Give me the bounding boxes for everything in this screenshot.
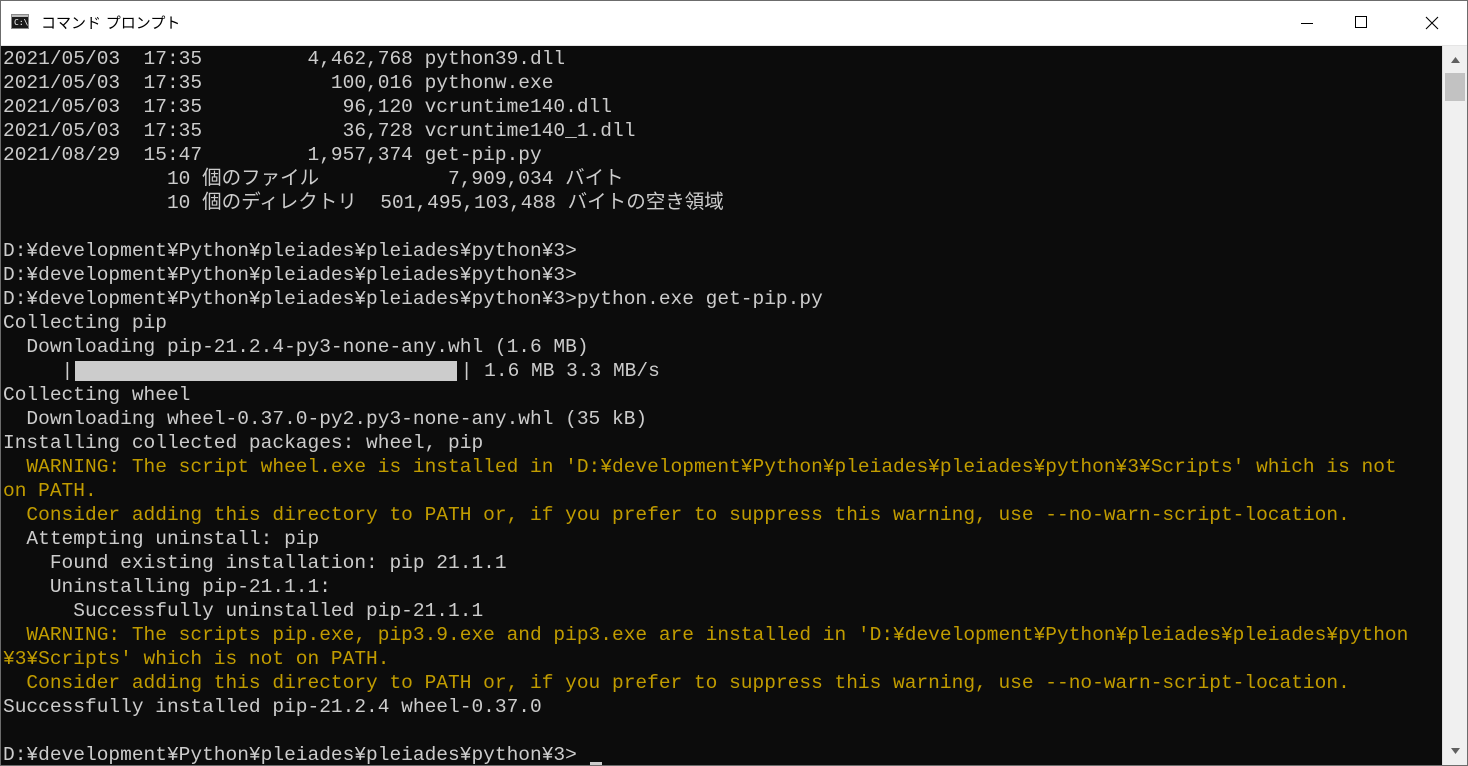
console-line: Downloading pip-21.2.4-py3-none-any.whl … xyxy=(3,336,589,358)
vertical-scrollbar[interactable] xyxy=(1442,46,1467,765)
maximize-button[interactable] xyxy=(1339,1,1385,45)
console-line: Collecting wheel xyxy=(3,384,191,406)
console-warning-line: ¥3¥Scripts' which is not on PATH. xyxy=(3,648,390,670)
console-warning-line: Consider adding this directory to PATH o… xyxy=(3,672,1350,694)
console-line: Found existing installation: pip 21.1.1 xyxy=(3,552,507,574)
console-line: 2021/08/29 15:47 1,957,374 get-pip.py xyxy=(3,144,542,166)
progress-prefix: | xyxy=(3,360,74,382)
console-prompt-line: D:¥development¥Python¥pleiades¥pleiades¥… xyxy=(3,744,577,765)
minimize-button[interactable] xyxy=(1284,1,1330,45)
console-line: Uninstalling pip-21.1.1: xyxy=(3,576,331,598)
console-warning-line: WARNING: The scripts pip.exe, pip3.9.exe… xyxy=(3,624,1409,646)
title-bar[interactable]: C:\. コマンド プロンプト xyxy=(1,1,1467,46)
close-icon xyxy=(1425,16,1439,30)
console-line: 10 個のディレクトリ 501,495,103,488 バイトの空き領域 xyxy=(3,192,724,214)
chevron-up-icon xyxy=(1451,57,1460,63)
console-warning-line: WARNING: The script wheel.exe is install… xyxy=(3,456,1397,478)
console-warning-line: Consider adding this directory to PATH o… xyxy=(3,504,1350,526)
chevron-down-icon xyxy=(1451,748,1460,754)
console-line: 2021/05/03 17:35 100,016 pythonw.exe xyxy=(3,72,554,94)
console-line: D:¥development¥Python¥pleiades¥pleiades¥… xyxy=(3,288,823,310)
console-line: 2021/05/03 17:35 4,462,768 python39.dll xyxy=(3,48,566,70)
console-line: 2021/05/03 17:35 96,120 vcruntime140.dll xyxy=(3,96,612,118)
console-line: 2021/05/03 17:35 36,728 vcruntime140_1.d… xyxy=(3,120,636,142)
console-line: 10 個のファイル 7,909,034 バイト xyxy=(3,168,624,190)
console-line: Successfully installed pip-21.2.4 wheel-… xyxy=(3,696,542,718)
command-prompt-window: C:\. コマンド プロンプト 2021/05/03 17:35 4,462,7… xyxy=(0,0,1468,766)
console-line: D:¥development¥Python¥pleiades¥pleiades¥… xyxy=(3,240,577,262)
download-progress-bar xyxy=(75,361,457,381)
console-warning-line: on PATH. xyxy=(3,480,97,502)
console-output[interactable]: 2021/05/03 17:35 4,462,768 python39.dll 2… xyxy=(1,46,1441,765)
console-line: Collecting pip xyxy=(3,312,167,334)
console-line: Successfully uninstalled pip-21.1.1 xyxy=(3,600,484,622)
console-app-icon[interactable]: C:\. xyxy=(11,14,33,29)
console-line: Downloading wheel-0.37.0-py2.py3-none-an… xyxy=(3,408,648,430)
console-line: Attempting uninstall: pip xyxy=(3,528,320,550)
console-line: Installing collected packages: wheel, pi… xyxy=(3,432,484,454)
scroll-up-arrow[interactable] xyxy=(1443,50,1467,72)
window-title: コマンド プロンプト xyxy=(41,14,181,32)
text-cursor xyxy=(590,762,602,765)
progress-suffix: | 1.6 MB 3.3 MB/s xyxy=(460,360,660,382)
app-icon-text: C:\. xyxy=(14,18,34,27)
scroll-down-arrow[interactable] xyxy=(1443,741,1467,763)
close-button[interactable] xyxy=(1409,1,1455,45)
scrollbar-thumb[interactable] xyxy=(1445,73,1465,101)
console-line: D:¥development¥Python¥pleiades¥pleiades¥… xyxy=(3,264,577,286)
